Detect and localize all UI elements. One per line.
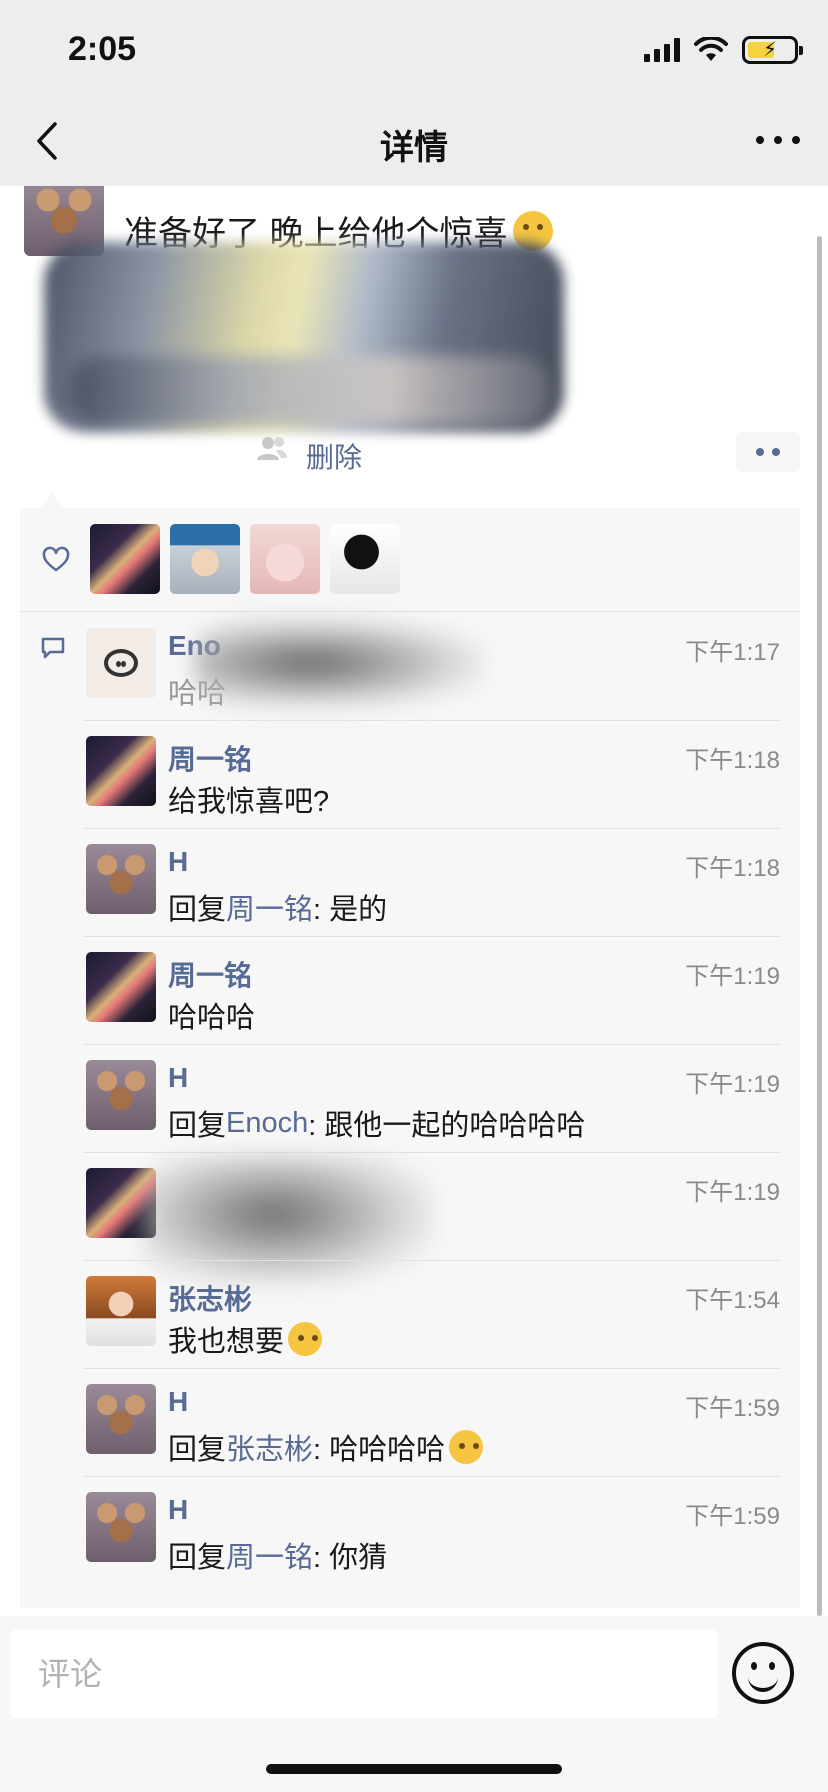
comment-item[interactable]: H 下午1:59 回复 张志彬: 哈哈哈哈 <box>84 1368 780 1476</box>
like-comment-menu-button[interactable] <box>736 432 800 472</box>
status-icons: ⚡ <box>644 34 803 66</box>
more-dots-icon <box>756 448 764 456</box>
comment-text-content: : 哈哈哈哈 <box>313 1434 446 1466</box>
comment-avatar[interactable] <box>86 628 156 698</box>
comment-time: 下午1:19 <box>685 963 780 990</box>
comment-time: 下午1:18 <box>685 855 780 882</box>
comment-avatar[interactable] <box>86 844 156 914</box>
comment-time: 下午1:19 <box>685 1071 780 1098</box>
comment-item[interactable]: 周一铭 下午1:18 给我惊喜吧? <box>84 720 780 828</box>
like-avatar[interactable] <box>90 524 160 594</box>
delete-button[interactable]: 删除 <box>306 436 362 476</box>
comment-item[interactable]: 周一铭 下午1:19 哈哈哈 <box>84 936 780 1044</box>
status-bar: 2:05 ⚡ <box>0 0 828 96</box>
interaction-panel: Eno 下午1:17 哈哈 周一铭 下午1:18 给我惊喜吧? H 下午1:18… <box>20 508 800 1608</box>
comment-input-bar <box>0 1616 828 1792</box>
like-avatar[interactable] <box>170 524 240 594</box>
comment-time: 下午1:17 <box>685 639 780 666</box>
comment-avatar[interactable] <box>86 1492 156 1562</box>
comment-input[interactable] <box>10 1630 718 1718</box>
comment-text: 回复 周一铭: 是的 <box>168 886 387 928</box>
panel-arrow <box>40 492 64 508</box>
like-avatar[interactable] <box>330 524 400 594</box>
reply-word: 回复 <box>168 1434 227 1466</box>
comment-text-content: : 是的 <box>313 894 388 926</box>
comment-item[interactable]: H 下午1:18 回复 周一铭: 是的 <box>84 828 780 936</box>
comment-author[interactable]: H <box>168 846 188 878</box>
comment-author[interactable]: H <box>168 1386 188 1418</box>
comment-author[interactable]: 张志彬 <box>168 1278 252 1318</box>
nav-bar: 详情 <box>0 96 828 186</box>
comment-time: 下午1:59 <box>685 1395 780 1422</box>
comment-bubble-icon <box>41 637 65 659</box>
comment-item[interactable]: H 下午1:19 回复 Enoch: 跟他一起的哈哈哈哈 <box>84 1044 780 1152</box>
comment-text-content: 哈哈哈 <box>168 1002 256 1034</box>
comment-time: 下午1:18 <box>685 747 780 774</box>
reply-word: 回复 <box>168 894 227 926</box>
comment-item[interactable]: Eno 下午1:17 哈哈 <box>84 612 780 720</box>
wifi-icon <box>694 37 728 61</box>
comment-item[interactable]: 张志彬 下午1:54 我也想要 <box>84 1260 780 1368</box>
reply-target[interactable]: 周一铭 <box>226 886 313 928</box>
reply-target[interactable]: Enoch <box>226 1107 308 1140</box>
emoji-button[interactable] <box>732 1642 794 1704</box>
comment-avatar[interactable] <box>86 1384 156 1454</box>
comment-text: 回复 Enoch: 跟他一起的哈哈哈哈 <box>168 1102 585 1144</box>
comment-text-content: : 跟他一起的哈哈哈哈 <box>308 1110 586 1142</box>
comment-text: 给我惊喜吧? <box>168 778 329 820</box>
comment-text: 我也想要 <box>168 1318 323 1360</box>
comment-item[interactable]: 下午1:19 <box>84 1152 780 1286</box>
comment-text: 回复 周一铭: 你猜 <box>168 1534 387 1576</box>
reply-target[interactable]: 张志彬 <box>226 1426 313 1468</box>
status-time: 2:05 <box>68 30 137 68</box>
comment-time: 下午1:54 <box>685 1287 780 1314</box>
like-avatar[interactable] <box>250 524 320 594</box>
comment-text-content: : 你猜 <box>313 1542 388 1574</box>
comment-text: 回复 张志彬: 哈哈哈哈 <box>168 1426 484 1468</box>
scrollbar[interactable] <box>817 236 822 1616</box>
home-indicator <box>266 1764 562 1774</box>
laugh-cry-emoji-icon <box>449 1430 484 1464</box>
comment-avatar[interactable] <box>86 952 156 1022</box>
comment-text-content: 给我惊喜吧? <box>168 786 330 818</box>
battery-icon: ⚡ <box>742 36 803 64</box>
comment-avatar[interactable] <box>86 736 156 806</box>
more-button[interactable] <box>756 130 800 150</box>
post-image-blur <box>70 356 550 426</box>
grin-emoji-icon <box>288 1322 323 1356</box>
comment-time: 下午1:19 <box>685 1179 780 1206</box>
blur-overlay <box>194 618 484 708</box>
comment-item[interactable]: H 下午1:59 回复 周一铭: 你猜 <box>84 1476 780 1584</box>
likes-row <box>20 508 800 612</box>
comment-text: 哈哈哈 <box>168 994 255 1036</box>
more-dots-icon <box>756 136 764 144</box>
comment-author[interactable]: H <box>168 1062 188 1094</box>
heart-icon <box>42 546 70 572</box>
comment-avatar[interactable] <box>86 1276 156 1346</box>
page-title: 详情 <box>380 129 448 167</box>
reply-word: 回复 <box>168 1110 227 1142</box>
comment-text-content: 我也想要 <box>168 1326 285 1358</box>
comment-avatar[interactable] <box>86 1060 156 1130</box>
comment-author[interactable]: 周一铭 <box>168 954 252 994</box>
reply-word: 回复 <box>168 1542 227 1574</box>
visibility-group-icon <box>257 437 287 460</box>
reply-target[interactable]: 周一铭 <box>226 1534 313 1576</box>
post-detail: 准备好了 晚上给他个惊喜 删除 Eno 下午1:17 哈哈 周一铭 下午1:18… <box>0 186 828 1616</box>
signal-icon <box>644 38 680 62</box>
comment-time: 下午1:59 <box>685 1503 780 1530</box>
comment-author[interactable]: 周一铭 <box>168 738 252 778</box>
comment-author[interactable]: H <box>168 1494 188 1526</box>
